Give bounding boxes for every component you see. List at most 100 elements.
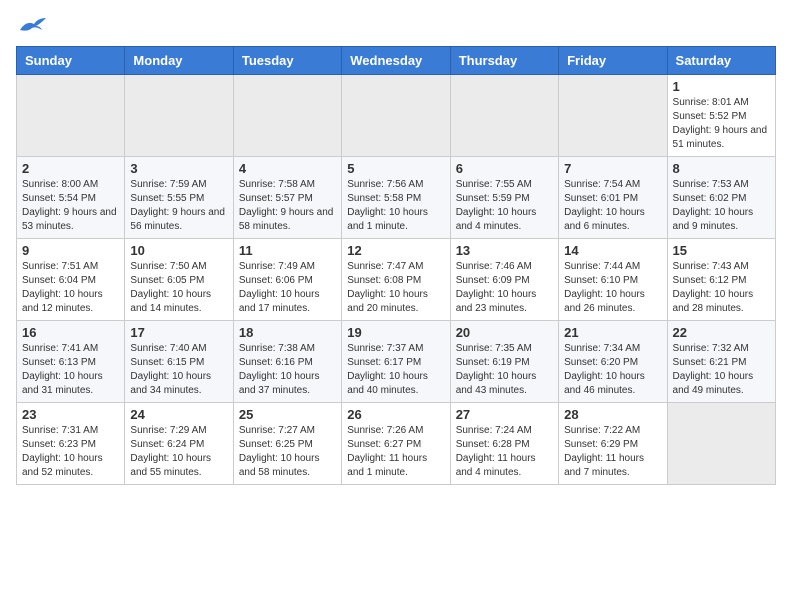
- weekday-header-wednesday: Wednesday: [342, 47, 450, 75]
- day-number: 11: [239, 243, 336, 258]
- day-info: Sunrise: 7:40 AM Sunset: 6:15 PM Dayligh…: [130, 342, 227, 398]
- day-info: Sunrise: 7:31 AM Sunset: 6:23 PM Dayligh…: [22, 424, 119, 480]
- weekday-header-sunday: Sunday: [17, 47, 125, 75]
- calendar-week-4: 16 Sunrise: 7:41 AM Sunset: 6:13 PM Dayli…: [17, 321, 776, 403]
- calendar-week-3: 9 Sunrise: 7:51 AM Sunset: 6:04 PM Daylig…: [17, 239, 776, 321]
- calendar-week-2: 2 Sunrise: 8:00 AM Sunset: 5:54 PM Daylig…: [17, 157, 776, 239]
- day-info: Sunrise: 7:55 AM Sunset: 5:59 PM Dayligh…: [456, 178, 553, 234]
- calendar-cell: 16 Sunrise: 7:41 AM Sunset: 6:13 PM Dayli…: [17, 321, 125, 403]
- day-number: 5: [347, 161, 444, 176]
- day-info: Sunrise: 8:01 AM Sunset: 5:52 PM Dayligh…: [673, 96, 770, 152]
- calendar-week-1: 1 Sunrise: 8:01 AM Sunset: 5:52 PM Daylig…: [17, 75, 776, 157]
- day-number: 2: [22, 161, 119, 176]
- calendar-cell: [17, 75, 125, 157]
- weekday-header-thursday: Thursday: [450, 47, 558, 75]
- calendar-cell: 24Sunrise: 7:29 AM Sunset: 6:24 PM Dayli…: [125, 403, 233, 485]
- calendar-cell: 14 Sunrise: 7:44 AM Sunset: 6:10 PM Dayli…: [559, 239, 667, 321]
- day-number: 13: [456, 243, 553, 258]
- calendar-cell: 1 Sunrise: 8:01 AM Sunset: 5:52 PM Daylig…: [667, 75, 775, 157]
- weekday-header-friday: Friday: [559, 47, 667, 75]
- day-number: 14: [564, 243, 661, 258]
- calendar-cell: 4 Sunrise: 7:58 AM Sunset: 5:57 PM Daylig…: [233, 157, 341, 239]
- day-number: 26: [347, 407, 444, 422]
- calendar-body: 1 Sunrise: 8:01 AM Sunset: 5:52 PM Daylig…: [17, 75, 776, 485]
- calendar-cell: 6Sunrise: 7:55 AM Sunset: 5:59 PM Daylig…: [450, 157, 558, 239]
- weekday-header-row: SundayMondayTuesdayWednesdayThursdayFrid…: [17, 47, 776, 75]
- day-info: Sunrise: 7:37 AM Sunset: 6:17 PM Dayligh…: [347, 342, 444, 398]
- day-number: 24: [130, 407, 227, 422]
- calendar-cell: 21Sunrise: 7:34 AM Sunset: 6:20 PM Dayli…: [559, 321, 667, 403]
- calendar-cell: 28Sunrise: 7:22 AM Sunset: 6:29 PM Dayli…: [559, 403, 667, 485]
- calendar-cell: [559, 75, 667, 157]
- day-info: Sunrise: 7:32 AM Sunset: 6:21 PM Dayligh…: [673, 342, 770, 398]
- day-number: 28: [564, 407, 661, 422]
- day-info: Sunrise: 7:51 AM Sunset: 6:04 PM Dayligh…: [22, 260, 119, 316]
- day-number: 12: [347, 243, 444, 258]
- day-number: 23: [22, 407, 119, 422]
- calendar-cell: 13 Sunrise: 7:46 AM Sunset: 6:09 PM Dayli…: [450, 239, 558, 321]
- day-number: 20: [456, 325, 553, 340]
- calendar-week-5: 23 Sunrise: 7:31 AM Sunset: 6:23 PM Dayli…: [17, 403, 776, 485]
- day-number: 27: [456, 407, 553, 422]
- calendar-cell: 25 Sunrise: 7:27 AM Sunset: 6:25 PM Dayli…: [233, 403, 341, 485]
- calendar-cell: 26 Sunrise: 7:26 AM Sunset: 6:27 PM Dayli…: [342, 403, 450, 485]
- day-number: 22: [673, 325, 770, 340]
- day-number: 4: [239, 161, 336, 176]
- weekday-header-saturday: Saturday: [667, 47, 775, 75]
- day-info: Sunrise: 7:24 AM Sunset: 6:28 PM Dayligh…: [456, 424, 553, 480]
- calendar-cell: 7 Sunrise: 7:54 AM Sunset: 6:01 PM Daylig…: [559, 157, 667, 239]
- calendar-cell: 8 Sunrise: 7:53 AM Sunset: 6:02 PM Daylig…: [667, 157, 775, 239]
- day-number: 7: [564, 161, 661, 176]
- day-info: Sunrise: 8:00 AM Sunset: 5:54 PM Dayligh…: [22, 178, 119, 234]
- day-info: Sunrise: 7:43 AM Sunset: 6:12 PM Dayligh…: [673, 260, 770, 316]
- calendar-table: SundayMondayTuesdayWednesdayThursdayFrid…: [16, 46, 776, 485]
- day-info: Sunrise: 7:46 AM Sunset: 6:09 PM Dayligh…: [456, 260, 553, 316]
- calendar-cell: 5 Sunrise: 7:56 AM Sunset: 5:58 PM Daylig…: [342, 157, 450, 239]
- day-info: Sunrise: 7:26 AM Sunset: 6:27 PM Dayligh…: [347, 424, 444, 480]
- day-info: Sunrise: 7:53 AM Sunset: 6:02 PM Dayligh…: [673, 178, 770, 234]
- day-number: 21: [564, 325, 661, 340]
- day-info: Sunrise: 7:50 AM Sunset: 6:05 PM Dayligh…: [130, 260, 227, 316]
- day-number: 18: [239, 325, 336, 340]
- day-info: Sunrise: 7:44 AM Sunset: 6:10 PM Dayligh…: [564, 260, 661, 316]
- calendar-cell: 3 Sunrise: 7:59 AM Sunset: 5:55 PM Daylig…: [125, 157, 233, 239]
- calendar-cell: 15 Sunrise: 7:43 AM Sunset: 6:12 PM Dayli…: [667, 239, 775, 321]
- calendar-cell: [667, 403, 775, 485]
- page-header: [16, 16, 776, 36]
- calendar-cell: 20 Sunrise: 7:35 AM Sunset: 6:19 PM Dayli…: [450, 321, 558, 403]
- day-number: 8: [673, 161, 770, 176]
- weekday-header-tuesday: Tuesday: [233, 47, 341, 75]
- day-info: Sunrise: 7:56 AM Sunset: 5:58 PM Dayligh…: [347, 178, 444, 234]
- logo-bird-icon: [18, 16, 46, 36]
- calendar-cell: 19 Sunrise: 7:37 AM Sunset: 6:17 PM Dayli…: [342, 321, 450, 403]
- day-info: Sunrise: 7:54 AM Sunset: 6:01 PM Dayligh…: [564, 178, 661, 234]
- day-number: 16: [22, 325, 119, 340]
- logo: [16, 16, 46, 36]
- day-number: 1: [673, 79, 770, 94]
- day-number: 17: [130, 325, 227, 340]
- day-info: Sunrise: 7:38 AM Sunset: 6:16 PM Dayligh…: [239, 342, 336, 398]
- day-number: 25: [239, 407, 336, 422]
- day-number: 9: [22, 243, 119, 258]
- calendar-cell: [450, 75, 558, 157]
- day-number: 15: [673, 243, 770, 258]
- day-info: Sunrise: 7:41 AM Sunset: 6:13 PM Dayligh…: [22, 342, 119, 398]
- calendar-cell: 22 Sunrise: 7:32 AM Sunset: 6:21 PM Dayli…: [667, 321, 775, 403]
- day-info: Sunrise: 7:49 AM Sunset: 6:06 PM Dayligh…: [239, 260, 336, 316]
- weekday-header-monday: Monday: [125, 47, 233, 75]
- day-number: 19: [347, 325, 444, 340]
- calendar-cell: 17 Sunrise: 7:40 AM Sunset: 6:15 PM Dayli…: [125, 321, 233, 403]
- calendar-cell: 18 Sunrise: 7:38 AM Sunset: 6:16 PM Dayli…: [233, 321, 341, 403]
- day-info: Sunrise: 7:27 AM Sunset: 6:25 PM Dayligh…: [239, 424, 336, 480]
- calendar-cell: 9 Sunrise: 7:51 AM Sunset: 6:04 PM Daylig…: [17, 239, 125, 321]
- day-info: Sunrise: 7:35 AM Sunset: 6:19 PM Dayligh…: [456, 342, 553, 398]
- calendar-cell: [125, 75, 233, 157]
- calendar-cell: 23 Sunrise: 7:31 AM Sunset: 6:23 PM Dayli…: [17, 403, 125, 485]
- calendar-cell: 10Sunrise: 7:50 AM Sunset: 6:05 PM Dayli…: [125, 239, 233, 321]
- calendar-cell: 2 Sunrise: 8:00 AM Sunset: 5:54 PM Daylig…: [17, 157, 125, 239]
- calendar-cell: [342, 75, 450, 157]
- day-number: 3: [130, 161, 227, 176]
- day-info: Sunrise: 7:58 AM Sunset: 5:57 PM Dayligh…: [239, 178, 336, 234]
- day-info: Sunrise: 7:59 AM Sunset: 5:55 PM Dayligh…: [130, 178, 227, 234]
- calendar-cell: 27 Sunrise: 7:24 AM Sunset: 6:28 PM Dayli…: [450, 403, 558, 485]
